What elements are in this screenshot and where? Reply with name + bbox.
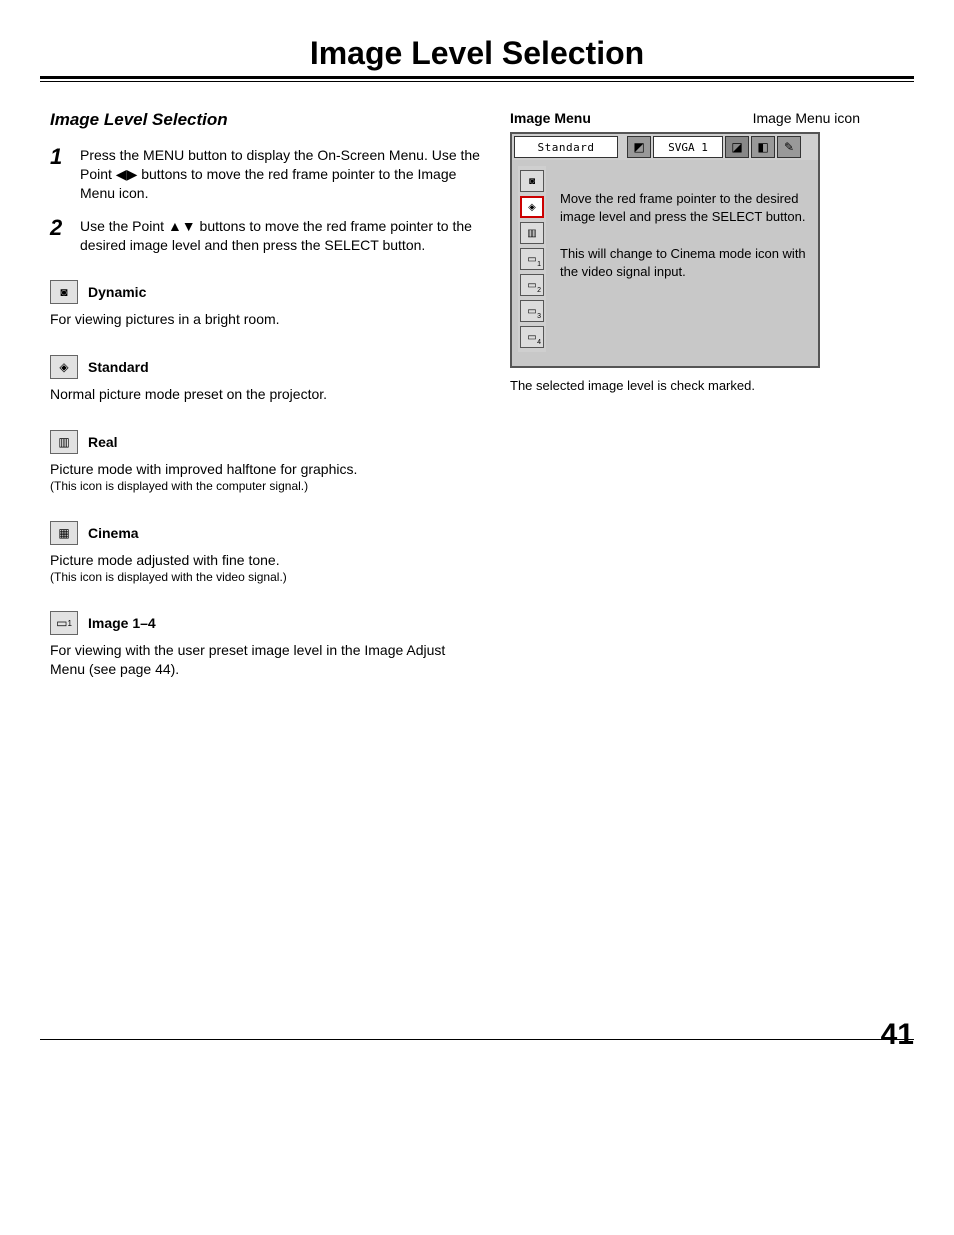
menu-tab-icon-3: ✎ <box>777 136 801 158</box>
page-title: Image Level Selection <box>40 35 914 72</box>
cinema-label: Cinema <box>88 525 139 541</box>
image-level-column: ◙ ◈ ▥ ▭1 ▭2 ▭3 ▭4 <box>518 166 546 352</box>
step-1-number: 1 <box>50 146 68 203</box>
menu-item-standard: ◈ <box>520 196 544 218</box>
footer-divider <box>40 1039 914 1040</box>
image-menu-panel: Standard ◩ SVGA 1 ◪ ◧ ✎ ◙ ◈ ▥ ▭1 ▭2 ▭3 <box>510 132 820 368</box>
dynamic-icon: ◙ <box>50 280 78 304</box>
mode-real: ▥ Real Picture mode with improved halfto… <box>50 430 480 494</box>
image1-4-desc: For viewing with the user preset image l… <box>50 641 480 679</box>
step-2-number: 2 <box>50 217 68 255</box>
callout-move-pointer: Move the red frame pointer to the desire… <box>560 190 808 225</box>
image-preset-icon-glyph: ▭ <box>56 616 67 630</box>
callout-cinema-note: This will change to Cinema mode icon wit… <box>560 245 808 280</box>
selected-level-note: The selected image level is check marked… <box>510 378 860 393</box>
dynamic-desc: For viewing pictures in a bright room. <box>50 310 480 329</box>
dynamic-label: Dynamic <box>88 284 146 300</box>
mode-dynamic: ◙ Dynamic For viewing pictures in a brig… <box>50 280 480 329</box>
menu-resolution: SVGA 1 <box>653 136 723 158</box>
menu-item-image-2: ▭2 <box>520 274 544 296</box>
real-note: (This icon is displayed with the compute… <box>50 479 480 495</box>
step-2-text: Use the Point ▲▼ buttons to move the red… <box>80 217 480 255</box>
divider-thick <box>40 76 914 79</box>
menu-item-image-4: ▭4 <box>520 326 544 348</box>
menu-item-image-1: ▭1 <box>520 248 544 270</box>
menu-item-dynamic: ◙ <box>520 170 544 192</box>
cinema-desc: Picture mode adjusted with fine tone. <box>50 551 480 570</box>
standard-label: Standard <box>88 359 149 375</box>
menu-tab-icon-2: ◧ <box>751 136 775 158</box>
step-1: 1 Press the MENU button to display the O… <box>50 146 480 203</box>
page-number: 41 <box>881 1018 914 1052</box>
cinema-icon: ▦ <box>50 521 78 545</box>
step-1-text: Press the MENU button to display the On-… <box>80 146 480 203</box>
mode-standard: ◈ Standard Normal picture mode preset on… <box>50 355 480 404</box>
mode-cinema: ▦ Cinema Picture mode adjusted with fine… <box>50 521 480 585</box>
image-menu-heading: Image Menu <box>510 110 591 126</box>
image-menu-icon: ◪ <box>725 136 749 158</box>
real-icon: ▥ <box>50 430 78 454</box>
real-label: Real <box>88 434 118 450</box>
image-preset-icon: ▭1 <box>50 611 78 635</box>
section-heading: Image Level Selection <box>50 110 480 130</box>
mode-image1-4: ▭1 Image 1–4 For viewing with the user p… <box>50 611 480 679</box>
cinema-note: (This icon is displayed with the video s… <box>50 570 480 586</box>
divider-thin <box>40 81 914 82</box>
standard-desc: Normal picture mode preset on the projec… <box>50 385 480 404</box>
step-2: 2 Use the Point ▲▼ buttons to move the r… <box>50 217 480 255</box>
image1-4-label: Image 1–4 <box>88 615 156 631</box>
menu-item-image-3: ▭3 <box>520 300 544 322</box>
menu-tab-icon-1: ◩ <box>627 136 651 158</box>
real-desc: Picture mode with improved halftone for … <box>50 460 480 479</box>
image-menu-icon-label: Image Menu icon <box>753 110 860 126</box>
menu-item-real: ▥ <box>520 222 544 244</box>
menu-current-mode: Standard <box>514 136 618 158</box>
standard-icon: ◈ <box>50 355 78 379</box>
